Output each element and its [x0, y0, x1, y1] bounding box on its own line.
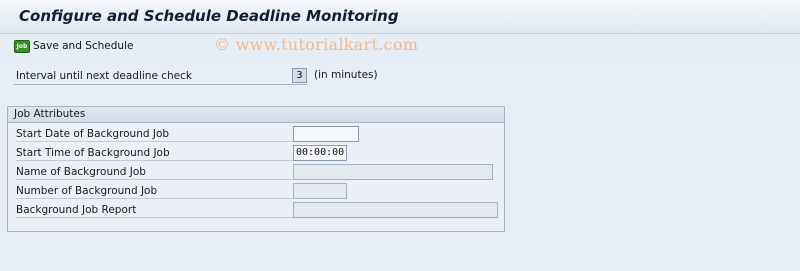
job-icon: Job	[14, 39, 30, 53]
title-bar: Configure and Schedule Deadline Monitori…	[0, 0, 800, 34]
job-attributes-header: Job Attributes	[8, 107, 504, 123]
page-title: Configure and Schedule Deadline Monitori…	[19, 7, 399, 25]
start-date-input[interactable]	[293, 126, 359, 142]
watermark: © www.tutorialkart.com	[214, 35, 419, 54]
start-date-label: Start Date of Background Job	[16, 126, 293, 142]
save-and-schedule-label: Save and Schedule	[33, 40, 134, 52]
job-name-label: Name of Background Job	[16, 164, 293, 180]
job-report-input[interactable]	[293, 202, 498, 218]
start-time-input[interactable]: 00:00:00	[293, 145, 347, 161]
start-time-label: Start Time of Background Job	[16, 145, 293, 161]
job-attributes-group: Job Attributes Start Date of Background …	[7, 106, 505, 232]
job-attributes-title: Job Attributes	[14, 108, 86, 120]
job-number-input[interactable]	[293, 183, 347, 199]
job-number-label: Number of Background Job	[16, 183, 293, 199]
job-name-input[interactable]	[293, 164, 493, 180]
interval-label: Interval until next deadline check	[14, 68, 307, 85]
job-report-label: Background Job Report	[16, 202, 293, 218]
save-and-schedule-button[interactable]: Job Save and Schedule	[14, 38, 133, 54]
interval-input[interactable]: 3	[292, 68, 307, 83]
interval-unit-label: (in minutes)	[314, 69, 378, 81]
